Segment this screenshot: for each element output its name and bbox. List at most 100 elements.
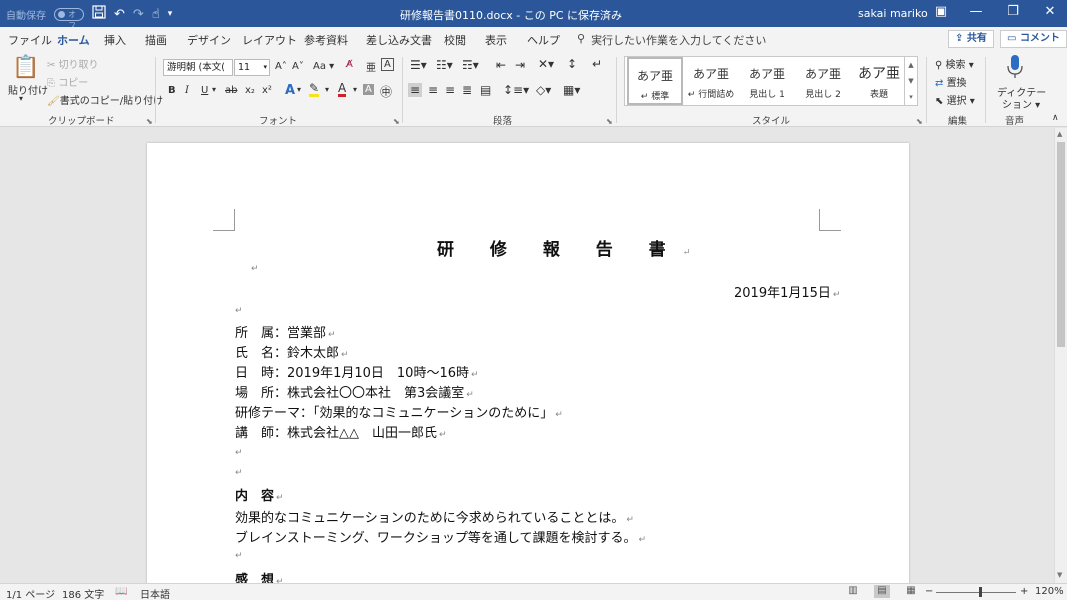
document-page[interactable]: 研 修 報 告 書 ↵ ↵ 2019年1月15日 ↵ ↵ 所 属：営業部 ↵ 氏 名：… bbox=[147, 143, 909, 583]
autosave-toggle[interactable]: オフ bbox=[54, 7, 84, 30]
tab-insert[interactable]: 挿入 bbox=[104, 32, 126, 48]
numbering-icon[interactable]: ☷▾ bbox=[436, 58, 453, 72]
page-count[interactable]: 1/1 ページ bbox=[6, 586, 55, 600]
info-line-name[interactable]: 氏 名：鈴木太郎 ↵ bbox=[235, 342, 349, 361]
shading-icon[interactable]: ◇▾ bbox=[536, 83, 551, 97]
styles-launcher-icon[interactable]: ⬊ bbox=[916, 117, 923, 126]
replace-button[interactable]: ⇄ 置換 bbox=[935, 74, 967, 89]
text-effects-dropdown-icon[interactable]: ▾ bbox=[297, 85, 301, 94]
vertical-scrollbar[interactable]: ▲ ▼ bbox=[1054, 128, 1067, 583]
touch-mode-icon[interactable]: ☝ bbox=[152, 7, 160, 22]
tab-review[interactable]: 校閲 bbox=[444, 32, 466, 48]
content-line[interactable]: ブレインストーミング、ワークショップ等を通して課題を検討する。 ↵ bbox=[235, 527, 646, 546]
read-mode-icon[interactable]: ▥ bbox=[845, 585, 861, 598]
info-line-lecturer[interactable]: 講 師：株式会社△△ 山田一郎氏 ↵ bbox=[235, 422, 447, 441]
italic-button[interactable]: I bbox=[185, 85, 189, 96]
tab-home[interactable]: ホーム bbox=[55, 32, 92, 53]
customize-qat-icon[interactable]: ▾ bbox=[168, 9, 173, 19]
zoom-in-button[interactable]: + bbox=[1020, 586, 1028, 597]
highlighter-dropdown-icon[interactable]: ▾ bbox=[325, 85, 329, 94]
more-icon[interactable]: ▾ bbox=[905, 89, 917, 105]
increase-indent-icon[interactable]: ⇥ bbox=[515, 58, 525, 72]
justify-icon[interactable]: ≣ bbox=[462, 83, 472, 97]
section-heading-impressions[interactable]: 感 想 ↵ bbox=[235, 569, 284, 583]
redo-icon[interactable]: ↷ bbox=[133, 7, 144, 22]
save-icon[interactable] bbox=[92, 5, 106, 23]
undo-icon[interactable]: ↶ bbox=[114, 7, 125, 22]
asian-layout-icon[interactable]: ✕▾ bbox=[538, 57, 554, 71]
distributed-icon[interactable]: ▤ bbox=[480, 83, 491, 97]
microphone-icon[interactable] bbox=[1006, 54, 1024, 83]
font-color-icon[interactable]: A bbox=[338, 82, 347, 97]
word-count[interactable]: 186 文字 bbox=[62, 586, 104, 600]
scroll-up-icon[interactable]: ▲ bbox=[1057, 130, 1062, 138]
borders-icon[interactable]: ▦▾ bbox=[563, 83, 580, 97]
minimize-icon[interactable]: — bbox=[966, 4, 986, 19]
section-heading-content[interactable]: 内 容 ↵ bbox=[235, 485, 284, 504]
phonetic-guide-icon[interactable]: 亜 bbox=[366, 59, 376, 74]
font-name-combo[interactable]: 游明朝 (本文( bbox=[163, 59, 233, 76]
info-line-department[interactable]: 所 属：営業部 ↵ bbox=[235, 322, 336, 341]
paste-button[interactable]: 貼り付け bbox=[8, 82, 48, 97]
format-painter-button[interactable]: 🖌書式のコピー/貼り付け bbox=[47, 92, 163, 107]
scroll-thumb[interactable] bbox=[1057, 142, 1065, 347]
font-color-dropdown-icon[interactable]: ▾ bbox=[353, 85, 357, 94]
proofing-icon[interactable]: 📖 bbox=[115, 586, 127, 597]
highlighter-icon[interactable]: ✎ bbox=[309, 82, 320, 97]
zoom-slider-track[interactable] bbox=[936, 592, 1016, 593]
align-right-icon[interactable]: ≡ bbox=[445, 83, 455, 97]
zoom-out-button[interactable]: − bbox=[925, 586, 933, 597]
find-button[interactable]: ⚲ 検索 ▾ bbox=[935, 56, 974, 71]
style-normal[interactable]: あア亜 ↵ 標準 bbox=[627, 57, 683, 105]
comments-button[interactable]: ▭ コメント bbox=[1000, 30, 1067, 48]
tab-design[interactable]: デザイン bbox=[187, 32, 231, 48]
styles-scroll[interactable]: ▲ ▼ ▾ bbox=[904, 56, 918, 106]
underline-dropdown-icon[interactable]: ▾ bbox=[212, 85, 216, 94]
enclose-characters-icon[interactable]: ㊥ bbox=[380, 83, 392, 100]
clipboard-launcher-icon[interactable]: ⬊ bbox=[146, 117, 153, 126]
underline-button[interactable]: U bbox=[201, 85, 208, 96]
collapse-ribbon-icon[interactable]: ∧ bbox=[1052, 113, 1059, 123]
paste-dropdown-icon[interactable]: ▾ bbox=[19, 94, 23, 103]
font-size-combo[interactable]: 11 ▾ bbox=[234, 59, 270, 76]
dictate-button-line2[interactable]: ション ▾ bbox=[1002, 96, 1040, 111]
bold-button[interactable]: B bbox=[168, 85, 176, 96]
tab-file[interactable]: ファイル bbox=[8, 32, 52, 48]
multilevel-list-icon[interactable]: ☶▾ bbox=[462, 58, 479, 72]
zoom-slider-thumb[interactable] bbox=[979, 587, 982, 597]
show-marks-icon[interactable]: ↵ bbox=[592, 57, 602, 71]
sort-icon[interactable]: ↕ bbox=[567, 57, 577, 71]
style-title[interactable]: あア亜 表題 bbox=[851, 57, 907, 105]
decrease-indent-icon[interactable]: ⇤ bbox=[496, 58, 506, 72]
select-button[interactable]: ⬉ 選択 ▾ bbox=[935, 92, 975, 107]
paragraph-launcher-icon[interactable]: ⬊ bbox=[606, 117, 613, 126]
line-spacing-icon[interactable]: ↕≡▾ bbox=[503, 83, 529, 97]
info-line-theme[interactable]: 研修テーマ：「効果的なコミュニケーションのために」 ↵ bbox=[235, 402, 563, 421]
share-button[interactable]: ⇪ 共有 bbox=[948, 30, 994, 48]
restore-icon[interactable]: ❐ bbox=[1003, 4, 1023, 19]
character-border-icon[interactable]: A bbox=[381, 58, 394, 71]
tab-view[interactable]: 表示 bbox=[485, 32, 507, 48]
tab-help[interactable]: ヘルプ bbox=[527, 32, 560, 48]
character-shading-icon[interactable]: A bbox=[363, 84, 374, 95]
user-name[interactable]: sakai mariko bbox=[858, 7, 928, 20]
ribbon-display-icon[interactable]: ▣ bbox=[931, 4, 951, 19]
strikethrough-button[interactable]: ab bbox=[225, 85, 237, 96]
tab-mailings[interactable]: 差し込み文書 bbox=[366, 32, 432, 48]
tell-me-box[interactable]: ⚲ 実行したい作業を入力してください bbox=[577, 32, 766, 48]
cut-button[interactable]: ✂ 切り取り bbox=[47, 56, 99, 71]
report-date[interactable]: 2019年1月15日 ↵ bbox=[734, 282, 840, 301]
grow-font-button[interactable]: A˄ bbox=[275, 61, 287, 72]
info-line-datetime[interactable]: 日 時：2019年1月10日 10時〜16時 ↵ bbox=[235, 362, 479, 381]
scroll-down-icon[interactable]: ▼ bbox=[1057, 571, 1062, 579]
shrink-font-button[interactable]: A˅ bbox=[292, 61, 304, 72]
chevron-down-icon[interactable]: ▼ bbox=[905, 73, 917, 89]
tab-layout[interactable]: レイアウト bbox=[242, 32, 297, 48]
text-effects-icon[interactable]: A bbox=[285, 83, 295, 98]
zoom-level[interactable]: 120% bbox=[1035, 586, 1064, 597]
align-left-icon[interactable]: ≡ bbox=[408, 83, 423, 97]
bullets-icon[interactable]: ☰▾ bbox=[410, 58, 427, 72]
tab-draw[interactable]: 描画 bbox=[145, 32, 167, 48]
paste-icon[interactable]: 📋 bbox=[12, 55, 39, 80]
tab-references[interactable]: 参考資料 bbox=[304, 32, 348, 48]
